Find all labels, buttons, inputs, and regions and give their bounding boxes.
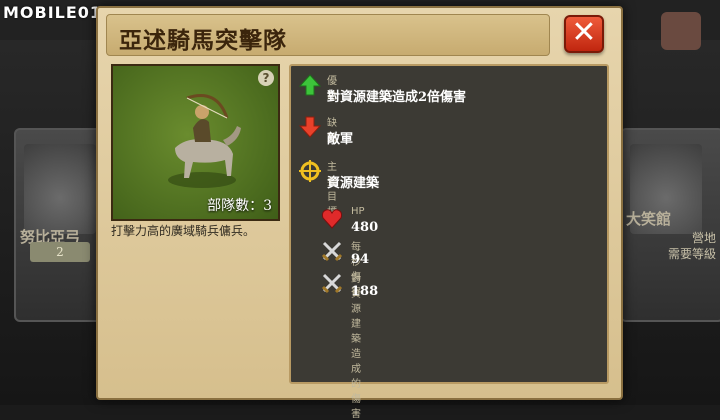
stat-value: 94 — [351, 252, 370, 267]
dialog-title: 亞述騎馬突擊隊 — [119, 27, 287, 54]
title-bar: 亞述騎馬突擊隊 — [106, 14, 550, 56]
close-icon: ✕ — [571, 15, 597, 50]
background-unit-card-right: 大笑館 營地 需要等級 — [620, 128, 720, 322]
background-sub-line: 營地 — [691, 231, 716, 245]
weakness-value: 敵軍 — [327, 132, 354, 147]
background-unit-art — [24, 144, 96, 234]
background-sub-line: 需要等級 — [667, 247, 716, 261]
info-panel: 優點 對資源建築造成2倍傷害 缺點 敵軍 主要目標 資源建築 — [289, 64, 609, 420]
help-icon[interactable]: ? — [258, 70, 274, 86]
background-close-button — [661, 12, 701, 50]
unit-description: 打擊力高的廣域騎兵傭兵。 — [111, 224, 256, 238]
brand-watermark: MOBILE01 — [3, 3, 103, 22]
crossed-swords-icon — [321, 241, 343, 262]
stat-label: HP — [351, 206, 365, 217]
unit-info-dialog: 亞述騎馬突擊隊 ✕ ? 部隊數：3 打擊力高的廣域騎兵傭兵。 優點 對資源建築造… — [96, 6, 623, 420]
target-value: 資源建築 — [327, 176, 380, 191]
background-unit-tag: 2 — [30, 242, 90, 262]
close-button[interactable]: ✕ — [564, 15, 604, 53]
target-icon — [299, 160, 321, 182]
background-unit-card-left: 努比亞弓 2 — [14, 128, 108, 322]
arrow-up-icon — [299, 74, 321, 96]
background-unit-name: 大笑館 — [626, 210, 672, 228]
horse-archer-icon — [168, 94, 241, 188]
unit-portrait: ? 部隊數：3 — [111, 64, 280, 221]
crossed-swords-icon — [321, 273, 343, 294]
squad-count: 部隊數：3 — [207, 198, 272, 214]
stat-value: 480 — [351, 220, 379, 235]
stat-value: 188 — [351, 284, 379, 299]
strength-value: 對資源建築造成2倍傷害 — [327, 90, 467, 105]
arrow-down-icon — [299, 116, 321, 138]
heart-icon — [321, 209, 343, 229]
background-unit-sub: 營地 需要等級 — [668, 230, 716, 262]
